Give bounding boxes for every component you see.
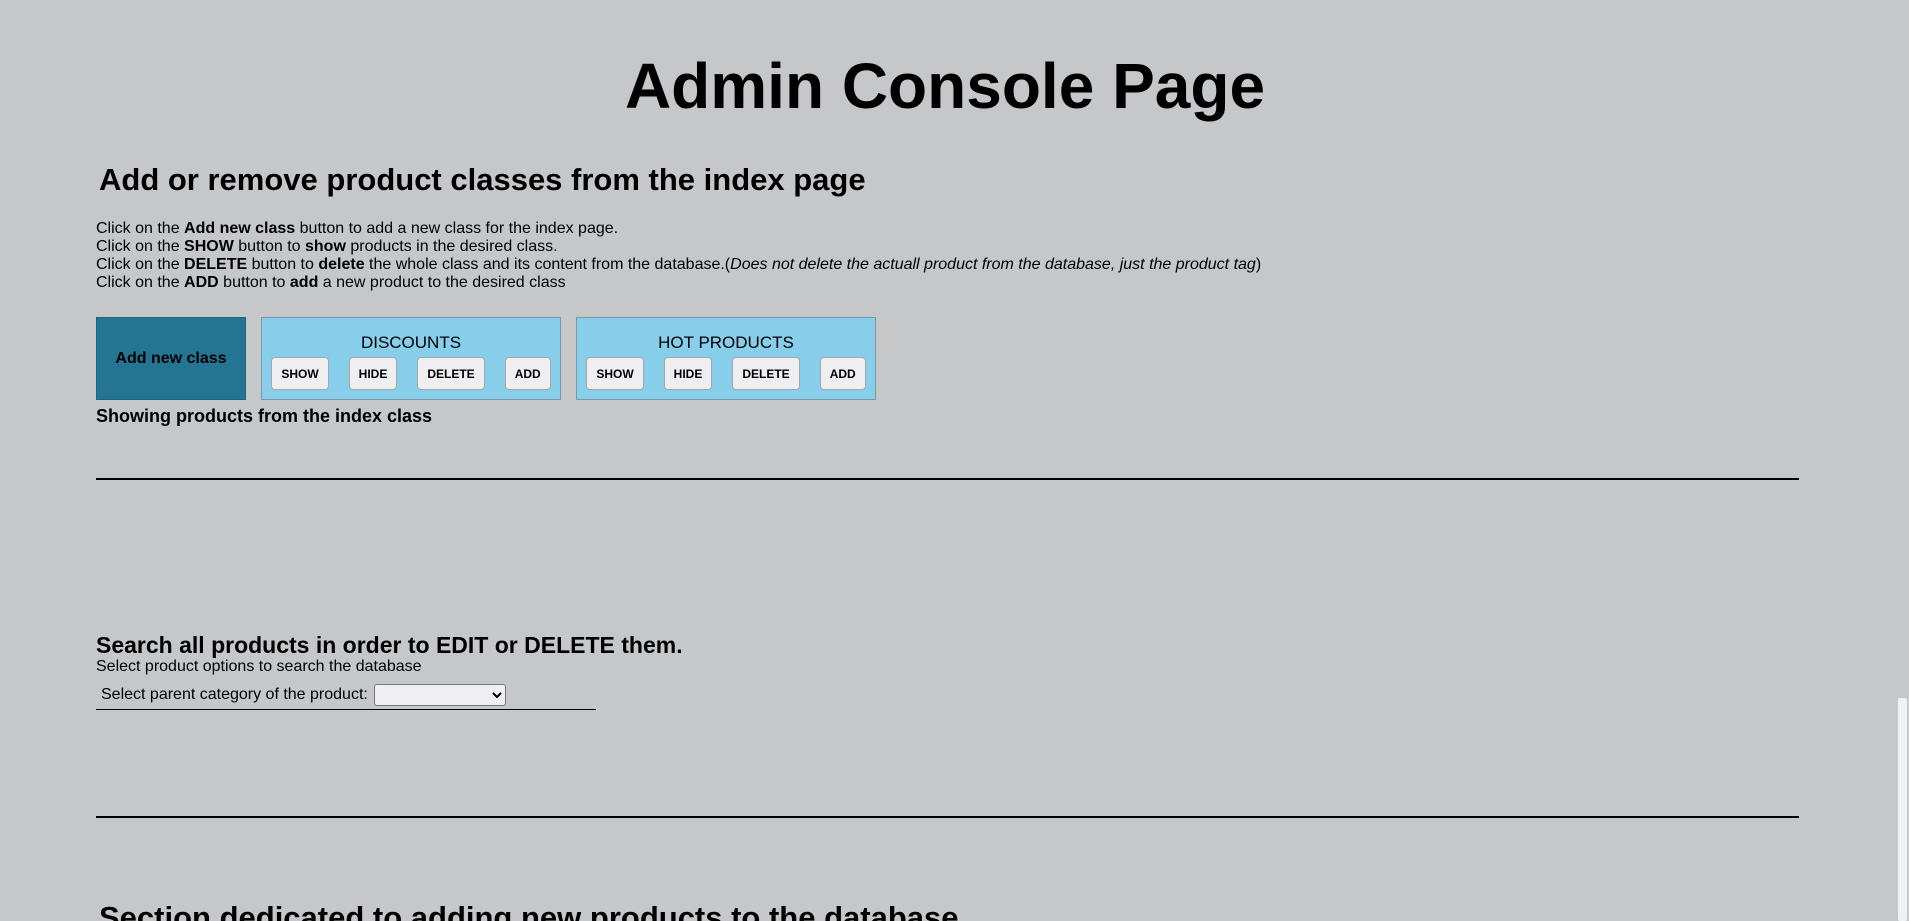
parent-category-select[interactable] bbox=[374, 683, 507, 706]
class-button-row: SHOW HIDE DELETE ADD bbox=[262, 357, 560, 390]
scrollbar-thumb[interactable] bbox=[1898, 698, 1907, 921]
section-divider bbox=[96, 478, 1799, 480]
instructions-list: Click on the Add new class button to add… bbox=[96, 220, 1261, 292]
search-subheading: Select product options to search the dat… bbox=[96, 658, 422, 675]
hide-button[interactable]: HIDE bbox=[348, 357, 398, 390]
search-heading: Search all products in order to EDIT or … bbox=[96, 632, 683, 658]
index-classes-heading: Add or remove product classes from the i… bbox=[99, 162, 866, 197]
class-box-hot-products: HOT PRODUCTS SHOW HIDE DELETE ADD bbox=[576, 317, 876, 400]
delete-button[interactable]: DELETE bbox=[732, 357, 800, 390]
class-name: HOT PRODUCTS bbox=[658, 333, 794, 352]
showing-products-label: Showing products from the index class bbox=[96, 406, 433, 426]
instruction-line: Click on the Add new class button to add… bbox=[96, 220, 619, 237]
scrollbar-track[interactable] bbox=[1896, 0, 1909, 921]
show-button[interactable]: SHOW bbox=[271, 357, 329, 390]
class-box-discounts: DISCOUNTS SHOW HIDE DELETE ADD bbox=[261, 317, 561, 400]
add-new-class-button[interactable]: Add new class bbox=[96, 317, 246, 400]
show-button[interactable]: SHOW bbox=[586, 357, 644, 390]
page-title: Admin Console Page bbox=[624, 50, 1266, 122]
category-select-label: Select parent category of the product: bbox=[101, 686, 368, 703]
instruction-line: Click on the ADD button to add a new pro… bbox=[96, 274, 566, 291]
section-divider bbox=[96, 816, 1799, 818]
instruction-line: Click on the SHOW button to show product… bbox=[96, 238, 558, 255]
delete-button[interactable]: DELETE bbox=[417, 357, 485, 390]
hide-button[interactable]: HIDE bbox=[663, 357, 713, 390]
category-filter-row: Select parent category of the product: bbox=[96, 683, 596, 710]
add-button[interactable]: ADD bbox=[504, 357, 551, 390]
instruction-line: Click on the DELETE button to delete the… bbox=[96, 256, 1262, 273]
class-button-row: SHOW HIDE DELETE ADD bbox=[577, 357, 875, 390]
class-name: DISCOUNTS bbox=[360, 333, 462, 352]
new-products-heading: Section dedicated to adding new products… bbox=[99, 900, 959, 921]
add-button[interactable]: ADD bbox=[819, 357, 866, 390]
